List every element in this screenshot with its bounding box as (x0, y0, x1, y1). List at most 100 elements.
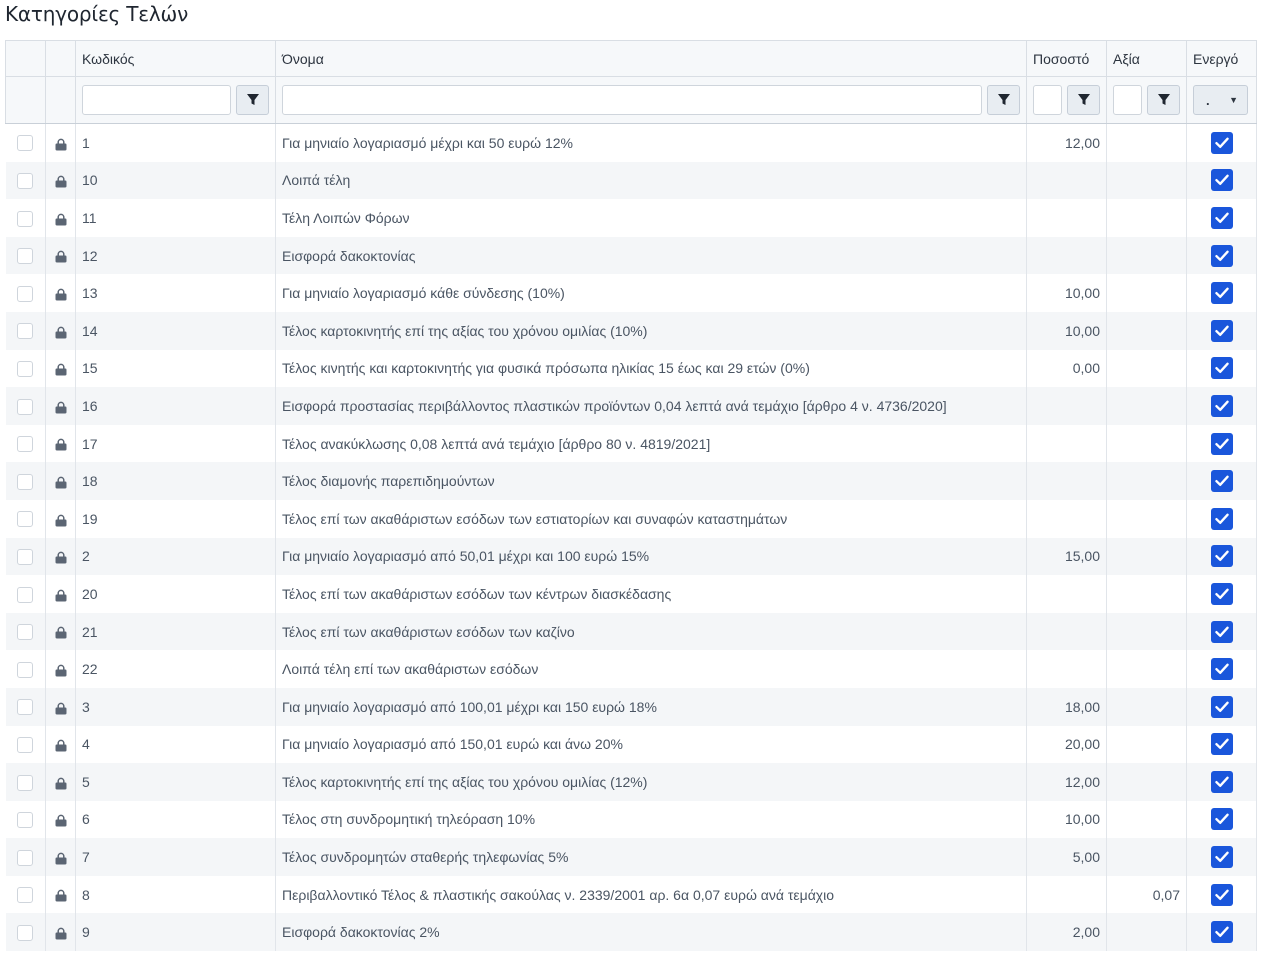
lock-icon (55, 251, 66, 263)
code-filter-input[interactable] (82, 85, 231, 115)
active-checkbox[interactable] (1210, 244, 1233, 267)
active-checkbox[interactable] (1210, 470, 1233, 493)
check-icon (1214, 174, 1229, 186)
active-checkbox[interactable] (1210, 545, 1233, 568)
row-lock-cell (45, 161, 76, 200)
filter-cell-value (1106, 76, 1187, 124)
active-checkbox[interactable] (1210, 394, 1233, 417)
row-select-checkbox[interactable] (17, 548, 34, 565)
active-checkbox[interactable] (1210, 507, 1233, 530)
active-checkbox[interactable] (1210, 846, 1233, 869)
active-checkbox[interactable] (1210, 620, 1233, 643)
table-row[interactable]: 15 Τέλος κινητής και καρτοκινητής για φυσ… (5, 349, 1268, 388)
row-select-checkbox[interactable] (17, 473, 34, 490)
active-checkbox[interactable] (1210, 883, 1233, 906)
name-filter-input[interactable] (282, 85, 982, 115)
column-header-code[interactable]: Κωδικός (75, 40, 276, 77)
row-select-checkbox[interactable] (17, 661, 34, 678)
row-select-checkbox[interactable] (17, 887, 34, 904)
lock-icon (55, 927, 66, 940)
active-checkbox[interactable] (1210, 770, 1233, 793)
row-lock-cell (45, 311, 76, 350)
row-select-checkbox[interactable] (17, 812, 34, 829)
row-select-checkbox[interactable] (17, 849, 34, 866)
active-checkbox[interactable] (1210, 131, 1233, 154)
table-row[interactable]: 8 Περιβαλλοντικό Τέλος & πλαστικής σακούλ… (5, 875, 1268, 914)
active-checkbox[interactable] (1210, 169, 1233, 192)
row-padding (1256, 499, 1268, 538)
active-checkbox[interactable] (1210, 921, 1233, 944)
name-cell: Για μηνιαίο λογαριασμό από 50,01 μέχρι κ… (275, 537, 1027, 576)
active-cell (1186, 199, 1257, 237)
table-row[interactable]: 18 Τέλος διαμονής παρεπιδημούντων (5, 462, 1268, 500)
row-select-checkbox[interactable] (17, 248, 34, 265)
active-checkbox[interactable] (1210, 582, 1233, 605)
lock-icon (55, 852, 66, 865)
percent-cell: 18,00 (1026, 687, 1107, 726)
code-filter-button[interactable] (236, 85, 269, 115)
value-filter-input[interactable] (1113, 85, 1142, 115)
row-select-checkbox[interactable] (17, 361, 34, 377)
lock-icon (55, 702, 66, 714)
table-row[interactable]: 13 Για μηνιαίο λογαριασμό κάθε σύνδεσης (… (5, 274, 1268, 312)
filter-funnel-icon (246, 94, 259, 105)
row-select-checkbox[interactable] (17, 398, 34, 415)
row-select-checkbox[interactable] (17, 586, 34, 603)
active-checkbox[interactable] (1210, 808, 1233, 831)
code-cell: 2 (75, 537, 276, 576)
column-header-name[interactable]: Όνομα (275, 40, 1027, 77)
table-row[interactable]: 21 Τέλος επί των ακαθάριστων εσόδων των κ… (5, 612, 1268, 651)
row-select-checkbox[interactable] (17, 736, 34, 753)
table-row[interactable]: 2 Για μηνιαίο λογαριασμό από 50,01 μέχρι … (5, 537, 1268, 576)
row-select-checkbox[interactable] (17, 699, 34, 716)
row-padding (1256, 838, 1268, 876)
table-row[interactable]: 17 Τέλος ανακύκλωσης 0,08 λεπτά ανά τεμάχ… (5, 424, 1268, 463)
percent-filter-button[interactable] (1067, 85, 1100, 115)
row-select-checkbox[interactable] (17, 173, 34, 190)
row-select-checkbox[interactable] (17, 285, 34, 302)
table-row[interactable]: 11 Τέλη Λοιπών Φόρων (5, 199, 1268, 237)
active-checkbox[interactable] (1210, 432, 1233, 455)
table-row[interactable]: 9 Εισφορά δακοκτονίας 2% 2,00 (5, 913, 1268, 952)
active-checkbox[interactable] (1210, 319, 1233, 342)
active-checkbox[interactable] (1210, 695, 1233, 718)
row-select-checkbox[interactable] (17, 135, 34, 152)
table-row[interactable]: 16 Εισφορά προστασίας περιβάλλοντος πλαστ… (5, 387, 1268, 425)
active-checkbox[interactable] (1210, 357, 1233, 380)
active-checkbox[interactable] (1210, 206, 1233, 229)
table-row[interactable]: 7 Τέλος συνδρομητών σταθερής τηλεφωνίας 5… (5, 838, 1268, 876)
row-select-checkbox[interactable] (17, 774, 34, 791)
table-row[interactable]: 12 Εισφορά δακοκτονίας (5, 236, 1268, 275)
active-checkbox[interactable] (1210, 282, 1233, 305)
lock-icon (55, 627, 66, 639)
row-select-checkbox[interactable] (17, 323, 34, 340)
value-cell (1106, 387, 1187, 425)
column-header-percent[interactable]: Ποσοστό (1026, 40, 1107, 77)
percent-cell: 10,00 (1026, 800, 1107, 839)
table-row[interactable]: 19 Τέλος επί των ακαθάριστων εσόδων των ε… (5, 499, 1268, 538)
row-select-checkbox[interactable] (17, 511, 34, 528)
percent-filter-input[interactable] (1033, 85, 1062, 115)
active-checkbox[interactable] (1210, 733, 1233, 756)
row-select-checkbox[interactable] (17, 624, 34, 641)
row-lock-cell (45, 575, 76, 613)
active-filter-select[interactable]: . ▼ (1193, 85, 1248, 115)
name-filter-button[interactable] (987, 85, 1020, 115)
column-header-value[interactable]: Αξία (1106, 40, 1187, 77)
table-row[interactable]: 4 Για μηνιαίο λογαριασμό από 150,01 ευρώ … (5, 725, 1268, 764)
table-row[interactable]: 3 Για μηνιαίο λογαριασμό από 100,01 μέχρι… (5, 687, 1268, 726)
table-row[interactable]: 22 Λοιπά τέλη επί των ακαθάριστων εσόδων (5, 650, 1268, 688)
value-filter-button[interactable] (1147, 85, 1180, 115)
row-select-checkbox[interactable] (17, 210, 34, 227)
row-select-checkbox[interactable] (17, 924, 34, 941)
table-row[interactable]: 20 Τέλος επί των ακαθάριστων εσόδων των κ… (5, 575, 1268, 613)
table-row[interactable]: 5 Τέλος καρτοκινητής επί της αξίας του χρ… (5, 763, 1268, 801)
table-row[interactable]: 6 Τέλος στη συνδρομητική τηλεόραση 10% 10,… (5, 800, 1268, 839)
table-row[interactable]: 14 Τέλος καρτοκινητής επί της αξίας του χ… (5, 311, 1268, 350)
table-row[interactable]: 1 Για μηνιαίο λογαριασμό μέχρι και 50 ευρ… (5, 123, 1268, 162)
column-header-active[interactable]: Ενεργό (1186, 40, 1257, 77)
row-lock-cell (45, 424, 76, 463)
table-row[interactable]: 10 Λοιπά τέλη (5, 161, 1268, 200)
row-select-checkbox[interactable] (17, 436, 34, 453)
active-checkbox[interactable] (1210, 658, 1233, 681)
